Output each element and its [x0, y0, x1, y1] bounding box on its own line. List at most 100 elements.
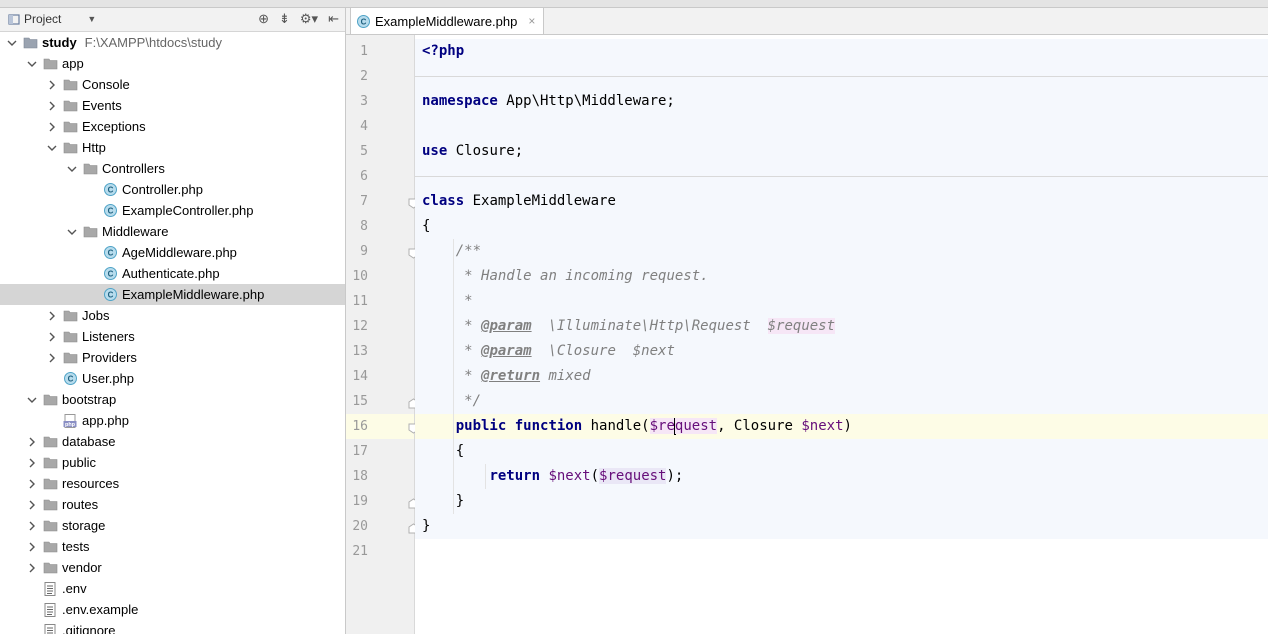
- svg-text:C: C: [107, 291, 113, 300]
- svg-text:C: C: [107, 270, 113, 279]
- project-view-selector[interactable]: Project ▼: [8, 12, 96, 26]
- svg-text:php: php: [65, 422, 76, 428]
- expand-arrow-right-icon[interactable]: [44, 77, 60, 93]
- tree-item[interactable]: php app.php: [0, 410, 345, 431]
- expand-arrow-right-icon[interactable]: [44, 308, 60, 324]
- tree-item-label: app: [62, 56, 84, 71]
- code-line-background: [415, 514, 1268, 539]
- line-number: 1: [360, 44, 368, 59]
- tree-item[interactable]: C ExampleController.php: [0, 200, 345, 221]
- expand-arrow-down-icon[interactable]: [64, 224, 80, 240]
- tree-item[interactable]: Listeners: [0, 326, 345, 347]
- tree-item[interactable]: C AgeMiddleware.php: [0, 242, 345, 263]
- code-token: *: [464, 293, 473, 309]
- tree-item[interactable]: vendor: [0, 557, 345, 578]
- tree-item-label: .env: [62, 581, 87, 596]
- line-number: 7: [360, 194, 368, 209]
- tree-item[interactable]: database: [0, 431, 345, 452]
- code-token: * Handle an incoming request.: [464, 268, 709, 284]
- project-icon: [8, 14, 20, 25]
- tree-item-label: ExampleController.php: [122, 203, 254, 218]
- close-tab-icon[interactable]: ×: [528, 14, 535, 28]
- tree-item[interactable]: C Authenticate.php: [0, 263, 345, 284]
- folder-icon: [42, 476, 58, 492]
- tree-item[interactable]: .env: [0, 578, 345, 599]
- tree-item[interactable]: Middleware: [0, 221, 345, 242]
- code-line: }: [422, 514, 430, 539]
- tree-item[interactable]: bootstrap: [0, 389, 345, 410]
- expand-arrow-down-icon[interactable]: [64, 161, 80, 177]
- expand-arrow-right-icon[interactable]: [24, 476, 40, 492]
- expand-arrow-right-icon[interactable]: [44, 329, 60, 345]
- gear-icon[interactable]: ⚙▾: [300, 11, 318, 27]
- expand-arrow-right-icon[interactable]: [24, 434, 40, 450]
- tree-item[interactable]: .gitignore: [0, 620, 345, 634]
- expand-arrow-right-icon[interactable]: [24, 518, 40, 534]
- tree-item[interactable]: tests: [0, 536, 345, 557]
- folder-icon: [62, 98, 78, 114]
- text-file-icon: [42, 581, 58, 597]
- expand-arrow-down-icon[interactable]: [24, 392, 40, 408]
- tree-item[interactable]: resources: [0, 473, 345, 494]
- tree-item[interactable]: Console: [0, 74, 345, 95]
- expand-arrow-down-icon[interactable]: [24, 56, 40, 72]
- tree-item[interactable]: C Controller.php: [0, 179, 345, 200]
- folder-icon: [62, 140, 78, 156]
- php-class-icon: C: [102, 287, 118, 303]
- tree-item[interactable]: Jobs: [0, 305, 345, 326]
- folder-icon: [42, 56, 58, 72]
- expand-arrow-right-icon[interactable]: [44, 98, 60, 114]
- expand-arrow-down-icon[interactable]: [4, 35, 20, 51]
- expand-arrow-right-icon[interactable]: [24, 455, 40, 471]
- tree-item[interactable]: study F:\XAMPP\htdocs\study: [0, 32, 345, 53]
- collapse-all-icon[interactable]: ⇟: [279, 11, 290, 27]
- tree-item[interactable]: Exceptions: [0, 116, 345, 137]
- tree-item[interactable]: Controllers: [0, 158, 345, 179]
- code-token: handle(: [582, 418, 650, 434]
- expand-arrow-right-icon[interactable]: [44, 119, 60, 135]
- tree-item[interactable]: Http: [0, 137, 345, 158]
- code-line: * @param \Closure $next: [422, 339, 675, 364]
- code-line-background: [415, 239, 1268, 264]
- svg-text:C: C: [361, 17, 367, 26]
- code-line-background: [415, 39, 1268, 64]
- editor-tab-active[interactable]: C ExampleMiddleware.php ×: [350, 8, 545, 34]
- expand-arrow-right-icon[interactable]: [24, 497, 40, 513]
- php-file-icon: php: [62, 413, 78, 429]
- tree-item-label: Listeners: [82, 329, 135, 344]
- tree-item[interactable]: Events: [0, 95, 345, 116]
- tree-item[interactable]: storage: [0, 515, 345, 536]
- project-panel-title: Project: [24, 12, 62, 26]
- code-line: namespace App\Http\Middleware;: [422, 89, 675, 114]
- code-area[interactable]: <?php namespace App\Http\Middleware; use C…: [415, 35, 1268, 634]
- tree-item[interactable]: C User.php: [0, 368, 345, 389]
- tree-item[interactable]: Providers: [0, 347, 345, 368]
- locate-file-icon[interactable]: ⊕: [258, 11, 269, 27]
- tree-item-label: vendor: [62, 560, 102, 575]
- code-token: quest: [674, 418, 718, 434]
- line-number: 4: [360, 119, 368, 134]
- tree-item[interactable]: .env.example: [0, 599, 345, 620]
- expand-arrow-right-icon[interactable]: [24, 539, 40, 555]
- hide-panel-icon[interactable]: ⇤: [328, 11, 339, 27]
- tree-item[interactable]: C ExampleMiddleware.php: [0, 284, 345, 305]
- tree-item[interactable]: app: [0, 53, 345, 74]
- tree-item[interactable]: routes: [0, 494, 345, 515]
- svg-text:C: C: [107, 186, 113, 195]
- text-file-icon: [42, 623, 58, 634]
- line-number: 8: [360, 219, 368, 234]
- expand-arrow-right-icon[interactable]: [44, 350, 60, 366]
- expand-arrow-down-icon[interactable]: [44, 140, 60, 156]
- tree-item[interactable]: public: [0, 452, 345, 473]
- folder-icon: [42, 518, 58, 534]
- code-token: , Closure: [717, 418, 802, 434]
- expand-arrow-right-icon[interactable]: [24, 560, 40, 576]
- project-panel: Project ▼ ⊕ ⇟ ⚙▾ ⇤ study F:\XAMPP\htdocs\…: [0, 8, 346, 634]
